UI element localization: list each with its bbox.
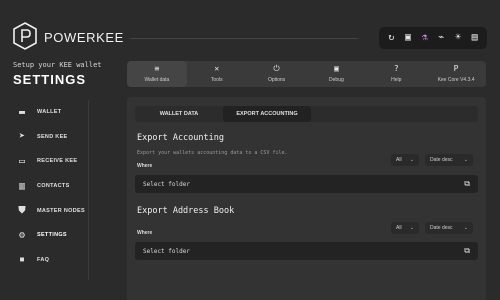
subtab-group: WALLET DATA EXPORT ACCOUNTING — [135, 106, 311, 122]
header-divider — [130, 38, 358, 39]
sidebar-nav: ▬ WALLET ➤ SEND KEE ▭ RECEIVE KEE ▥ CONT… — [0, 100, 120, 272]
wallet-data-panel: WALLET DATA EXPORT ACCOUNTING Export Acc… — [127, 97, 486, 300]
sort-select[interactable]: Date desc ⌄ — [425, 222, 473, 234]
powerkee-logo — [13, 22, 37, 50]
sidebar-item-contacts[interactable]: ▥ CONTACTS — [0, 174, 120, 199]
sidebar-item-label: SEND KEE — [37, 133, 68, 140]
wifi-off-icon[interactable]: ⌁ — [438, 33, 444, 43]
copy-icon[interactable]: ⧉ — [464, 246, 470, 256]
tab-label: Options — [267, 77, 286, 83]
sidebar-item-wallet[interactable]: ▬ WALLET — [0, 100, 120, 125]
tab-help[interactable]: ? Help — [366, 61, 426, 87]
filter-select-value: All — [396, 225, 402, 231]
where-label: Where — [137, 230, 153, 236]
export-accounting-description: Export your wallets accounting data to a… — [137, 150, 288, 156]
folder-picker-placeholder: Select folder — [143, 247, 190, 255]
header-icon-bar: ↻ ▣ ⚗ ⌁ ☀ ▤ — [379, 27, 487, 49]
sidebar-item-label: FAQ — [37, 256, 50, 263]
sort-select-value: Date desc — [430, 225, 453, 231]
brand-name: POWERKEE — [44, 30, 124, 45]
sidebar-item-label: WALLET — [37, 109, 62, 116]
export-accounting-title: Export Accounting — [137, 133, 224, 143]
kee-logo-icon: P — [453, 64, 459, 73]
chevron-down-icon: ⌄ — [463, 225, 468, 231]
filter-select-value: All — [396, 157, 402, 163]
tab-label: Wallet data — [144, 77, 170, 83]
tab-label: Kee Core V4.3.4 — [437, 77, 475, 83]
chat-icon: ▪ — [18, 254, 26, 266]
terminal-icon: ▣ — [333, 64, 339, 73]
subtab-export-accounting[interactable]: EXPORT ACCOUNTING — [223, 106, 311, 122]
lock-icon[interactable]: ▤ — [472, 33, 478, 43]
tab-label: Debug — [329, 77, 344, 83]
sidebar-item-receive-kee[interactable]: ▭ RECEIVE KEE — [0, 149, 120, 174]
sidebar-item-faq[interactable]: ▪ FAQ — [0, 248, 120, 273]
folder-picker[interactable]: Select folder ⧉ — [135, 175, 478, 193]
page-title: SETTINGS — [13, 72, 87, 87]
flask-icon[interactable]: ⚗ — [422, 33, 428, 43]
settings-tab-bar: ≡ Wallet data ✕ Tools ⏻ Options ▣ Debug … — [127, 61, 486, 87]
tab-options[interactable]: ⏻ Options — [247, 61, 307, 87]
tools-icon: ✕ — [214, 64, 220, 73]
sidebar-item-label: CONTACTS — [37, 183, 70, 190]
sidebar-item-master-nodes[interactable]: ⛊ MASTER NODES — [0, 198, 120, 223]
sidebar-item-label: SETTINGS — [37, 232, 67, 239]
where-label: Where — [137, 163, 153, 169]
contacts-icon: ▥ — [18, 180, 26, 192]
tab-label: Tools — [210, 77, 223, 83]
help-icon: ? — [393, 64, 399, 73]
tab-kee-core[interactable]: P Kee Core V4.3.4 — [426, 61, 486, 87]
gear-icon: ⚙ — [18, 229, 26, 241]
chevron-down-icon: ⌄ — [409, 225, 414, 231]
sidebar-item-send-kee[interactable]: ➤ SEND KEE — [0, 125, 120, 150]
export-address-book-title: Export Address Book — [137, 206, 235, 216]
folder-picker[interactable]: Select folder ⧉ — [135, 242, 478, 260]
chevron-down-icon: ⌄ — [409, 157, 414, 163]
sort-select-value: Date desc — [430, 157, 453, 163]
filter-select[interactable]: All ⌄ — [391, 154, 419, 166]
sidebar-item-settings[interactable]: ⚙ SETTINGS — [0, 223, 120, 248]
receive-icon: ▭ — [18, 155, 26, 167]
sidebar-item-label: MASTER NODES — [37, 207, 85, 214]
shield-icon: ⛊ — [18, 205, 26, 217]
gift-icon[interactable]: ▣ — [405, 33, 411, 43]
page-subtitle: Setup your KEE wallet — [13, 61, 102, 69]
filter-select[interactable]: All ⌄ — [391, 222, 419, 234]
tab-tools[interactable]: ✕ Tools — [187, 61, 247, 87]
wallet-icon: ▬ — [18, 106, 26, 118]
tab-wallet-data[interactable]: ≡ Wallet data — [127, 61, 187, 87]
send-icon: ➤ — [18, 131, 26, 143]
chevron-down-icon: ⌄ — [463, 157, 468, 163]
power-icon: ⏻ — [273, 64, 280, 73]
refresh-icon[interactable]: ↻ — [388, 33, 394, 43]
brightness-icon[interactable]: ☀ — [455, 33, 461, 43]
tab-label: Help — [391, 77, 402, 83]
tab-debug[interactable]: ▣ Debug — [306, 61, 366, 87]
folder-picker-placeholder: Select folder — [143, 180, 190, 188]
sidebar-item-label: RECEIVE KEE — [37, 158, 78, 165]
sort-select[interactable]: Date desc ⌄ — [425, 154, 473, 166]
subtab-wallet-data[interactable]: WALLET DATA — [135, 106, 223, 122]
copy-icon[interactable]: ⧉ — [464, 179, 470, 189]
database-icon: ≡ — [154, 64, 160, 73]
